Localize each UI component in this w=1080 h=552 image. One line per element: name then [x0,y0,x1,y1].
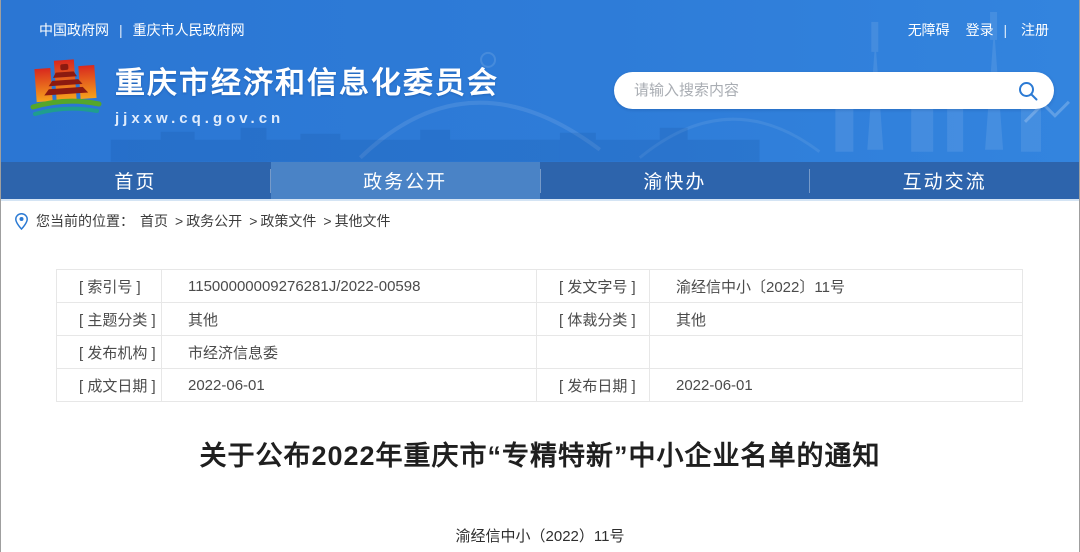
table-row: [ 主题分类 ] 其他 [ 体裁分类 ] 其他 [57,303,1023,336]
site-title: 重庆市经济和信息化委员会 [115,58,499,102]
breadcrumb-prefix: 您当前的位置： [36,211,134,231]
breadcrumb-separator: > [323,213,331,229]
meta-label-publish-date: [ 发布日期 ] [537,369,650,402]
gov-links: 中国政府网 | 重庆市人民政府网 [39,20,245,40]
location-pin-icon [15,213,28,230]
meta-label-issuing-agency: [ 发布机构 ] [57,336,162,369]
breadcrumb-item-other-documents[interactable]: 其他文件 [335,211,391,231]
table-row: [ 发布机构 ] 市经济信息委 [57,336,1023,369]
meta-empty-cell [537,336,650,369]
search-box [614,72,1054,109]
account-divider: | [1003,22,1007,38]
top-bar-divider: | [119,22,123,38]
meta-value-subject-category: 其他 [162,303,537,336]
page: 中国政府网 | 重庆市人民政府网 无障碍 登录 | 注册 [0,0,1080,552]
meta-label-written-date: [ 成文日期 ] [57,369,162,402]
meta-value-written-date: 2022-06-01 [162,369,537,402]
nav-tab-government-affairs[interactable]: 政务公开 [271,162,540,199]
main-nav: 首页 政务公开 渝快办 互动交流 [1,162,1079,201]
breadcrumb-item-policy-documents[interactable]: 政策文件 [260,211,316,231]
link-china-gov[interactable]: 中国政府网 [39,22,109,38]
meta-value-genre-category: 其他 [650,303,1023,336]
meta-label-index-number: [ 索引号 ] [57,270,162,303]
breadcrumb-separator: > [175,213,183,229]
page-title: 关于公布2022年重庆市“专精特新”中小企业名单的通知 [1,434,1079,473]
site-logo[interactable]: 重庆市经济和信息化委员会 jjxxw.cq.gov.cn [29,54,499,128]
search-icon[interactable] [1016,79,1040,103]
search-input[interactable] [634,82,1016,99]
top-bar: 中国政府网 | 重庆市人民政府网 无障碍 登录 | 注册 [1,0,1079,40]
account-links: 无障碍 登录 | 注册 [908,20,1049,40]
nav-tab-home[interactable]: 首页 [1,162,270,199]
meta-value-publish-date: 2022-06-01 [650,369,1023,402]
link-chongqing-gov[interactable]: 重庆市人民政府网 [133,22,245,38]
meta-value-document-symbol: 渝经信中小〔2022〕11号 [650,270,1023,303]
table-row: [ 索引号 ] 11500000009276281J/2022-00598 [ … [57,270,1023,303]
login-link[interactable]: 登录 [966,22,994,38]
accessibility-link[interactable]: 无障碍 [908,22,950,38]
breadcrumb: 您当前的位置： 首页 > 政务公开 > 政策文件 > 其他文件 [1,201,1079,241]
site-header: 中国政府网 | 重庆市人民政府网 无障碍 登录 | 注册 [1,0,1079,162]
meta-label-document-symbol: [ 发文字号 ] [537,270,650,303]
site-url: jjxxw.cq.gov.cn [115,110,499,127]
site-identity: 重庆市经济和信息化委员会 jjxxw.cq.gov.cn [115,54,499,127]
meta-value-issuing-agency: 市经济信息委 [162,336,537,369]
table-row: [ 成文日期 ] 2022-06-01 [ 发布日期 ] 2022-06-01 [57,369,1023,402]
breadcrumb-separator: > [249,213,257,229]
nav-tab-interaction[interactable]: 互动交流 [810,162,1079,199]
breadcrumb-item-home[interactable]: 首页 [140,211,168,231]
nav-tab-yukuaiban[interactable]: 渝快办 [541,162,810,199]
meta-label-subject-category: [ 主题分类 ] [57,303,162,336]
document-number: 渝经信中小（2022）11号 [1,525,1079,546]
meta-value-index-number: 11500000009276281J/2022-00598 [162,270,537,303]
meta-empty-cell [650,336,1023,369]
emblem-icon [29,54,103,128]
register-link[interactable]: 注册 [1021,22,1049,38]
document-meta-table: [ 索引号 ] 11500000009276281J/2022-00598 [ … [56,269,1023,402]
breadcrumb-item-government-affairs[interactable]: 政务公开 [186,211,242,231]
meta-label-genre-category: [ 体裁分类 ] [537,303,650,336]
